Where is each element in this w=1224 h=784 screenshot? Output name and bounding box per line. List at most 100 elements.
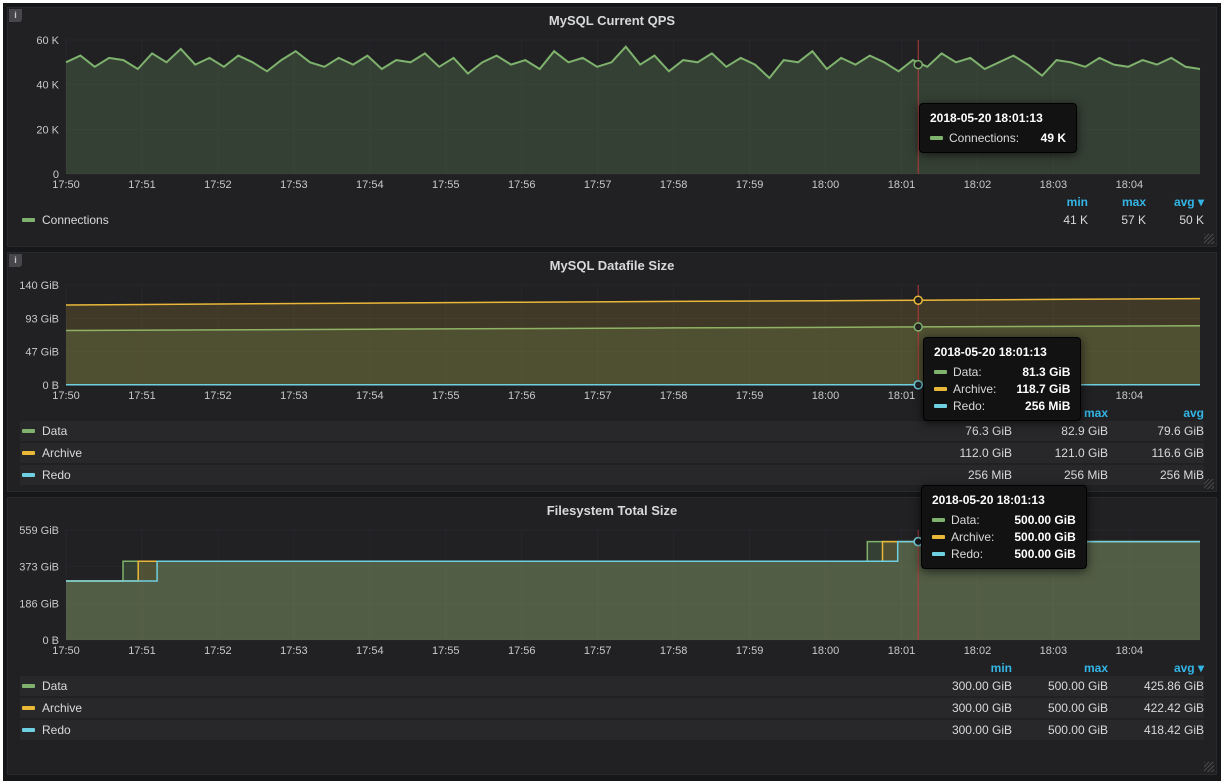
panel-title[interactable]: MySQL Datafile Size [14,255,1210,277]
x-tick-label: 17:56 [508,179,536,191]
legend-value-max: 500.00 GiB [1012,723,1108,737]
legend-row: Archive300.00 GiB500.00 GiB422.42 GiB [20,698,1204,718]
x-tick-label: 18:01 [888,179,916,191]
legend-value-min: 300.00 GiB [916,723,1012,737]
x-tick-label: 17:57 [584,390,612,402]
legend-series-connections[interactable]: Connections [20,213,1030,227]
x-tick-label: 18:00 [812,179,840,191]
panel-resize-handle[interactable] [1204,479,1214,489]
series-color-icon [934,370,947,374]
legend-value-avg: 116.6 GiB [1108,446,1204,460]
legend-value-avg: 50 K [1146,213,1204,227]
panel-resize-handle[interactable] [1204,234,1214,244]
tooltip-series-label: Redo: [951,547,983,561]
legend-sort-max[interactable]: max [1012,661,1108,675]
legend-value-avg: 422.42 GiB [1108,701,1204,715]
x-tick-label: 18:04 [1116,179,1144,191]
legend-series-redo[interactable]: Redo [20,723,916,737]
x-tick-label: 18:04 [1116,390,1144,402]
y-tick-label: 0 B [42,380,59,392]
tooltip-series-row: Data: 500.00 GiB [932,511,1076,528]
x-tick-label: 17:59 [736,390,764,402]
info-icon[interactable]: i [9,9,22,22]
panel-title[interactable]: MySQL Current QPS [14,10,1210,32]
legend-value-avg: 425.86 GiB [1108,679,1204,693]
y-tick-label: 20 K [36,124,59,136]
legend-series-archive[interactable]: Archive [20,446,916,460]
tooltip-series-label: Connections: [949,131,1019,145]
series-color-icon [22,684,35,688]
legend-sort-avg[interactable]: avg ▾ [1108,661,1204,675]
legend-series-redo[interactable]: Redo [20,468,916,482]
tooltip-series-value: 118.7 GiB [1002,382,1070,396]
panel-resize-handle[interactable] [1204,762,1214,772]
legend-sort-max[interactable]: max [1088,195,1146,209]
legend-series-label: Data [42,424,67,438]
x-tick-label: 17:52 [204,390,232,402]
legend-row: Redo256 MiB256 MiB256 MiB [20,465,1204,485]
tooltip-series-row: Archive: 118.7 GiB [934,380,1070,397]
legend-sort-avg[interactable]: avg ▾ [1146,195,1204,209]
tooltip-series-row: Redo:256 MiB [934,397,1070,414]
legend-value-max: 500.00 GiB [1012,679,1108,693]
x-tick-label: 17:59 [736,645,764,657]
legend-series-label: Redo [42,723,71,737]
x-tick-label: 17:56 [508,645,536,657]
x-tick-label: 17:55 [432,390,460,402]
tooltip-series-label: Data: [951,513,980,527]
hover-point-Redo [914,381,922,389]
legend-series-label: Archive [42,446,82,460]
y-tick-label: 373 GiB [19,562,59,574]
x-tick-label: 18:03 [1040,645,1068,657]
legend-value-max: 500.00 GiB [1012,701,1108,715]
x-tick-label: 18:04 [1116,645,1144,657]
tooltip-series-label: Archive: [953,382,996,396]
legend-value-min: 256 MiB [916,468,1012,482]
tooltip-series-row: Redo:500.00 GiB [932,545,1076,562]
tooltip-timestamp: 2018-05-20 18:01:13 [932,493,1076,507]
tooltip-series-label: Archive: [951,530,994,544]
legend: minmaxavg ▾Data300.00 GiB500.00 GiB425.8… [14,660,1210,740]
tooltip-series-value: 81.3 GiB [1008,365,1070,379]
chart-tooltip: 2018-05-20 18:01:13Connections:49 K [919,103,1077,153]
x-tick-label: 17:52 [204,645,232,657]
x-tick-label: 17:54 [356,390,384,402]
legend-value-min: 41 K [1030,213,1088,227]
legend-series-archive[interactable]: Archive [20,701,916,715]
legend-sort-min[interactable]: min [1030,195,1088,209]
legend-sort-min[interactable]: min [916,661,1012,675]
legend-series-data[interactable]: Data [20,679,916,693]
hover-point-Archive [914,296,922,304]
series-color-icon [22,728,35,732]
x-tick-label: 17:54 [356,645,384,657]
series-color-icon [22,706,35,710]
legend-header: minmaxavg ▾ [20,194,1204,210]
series-color-icon [930,136,943,140]
legend-value-max: 256 MiB [1012,468,1108,482]
legend-value-max: 82.9 GiB [1012,424,1108,438]
x-tick-label: 17:57 [584,179,612,191]
hover-point-Connections [914,61,922,69]
legend-series-data[interactable]: Data [20,424,916,438]
legend-value-min: 300.00 GiB [916,679,1012,693]
x-tick-label: 17:56 [508,390,536,402]
legend-value-max: 57 K [1088,213,1146,227]
tooltip-timestamp: 2018-05-20 18:01:13 [934,345,1070,359]
series-color-icon [22,473,35,477]
chart-tooltip: 2018-05-20 18:01:13Data:81.3 GiBArchive:… [923,337,1081,421]
x-tick-label: 17:55 [432,179,460,191]
legend-value-min: 76.3 GiB [916,424,1012,438]
tooltip-series-value: 500.00 GiB [1000,513,1075,527]
x-tick-label: 18:02 [964,645,992,657]
series-color-icon [932,552,945,556]
info-icon[interactable]: i [9,254,22,267]
series-color-icon [932,518,945,522]
hover-point-Data [914,323,922,331]
series-color-icon [932,535,945,539]
legend-header: minmaxavg ▾ [20,660,1204,676]
legend-sort-avg[interactable]: avg [1108,406,1204,420]
y-tick-label: 140 GiB [19,280,59,292]
y-tick-label: 186 GiB [19,598,59,610]
legend: minmaxavg ▾ Connections41 K57 K50 K [14,194,1210,230]
x-tick-label: 17:55 [432,645,460,657]
